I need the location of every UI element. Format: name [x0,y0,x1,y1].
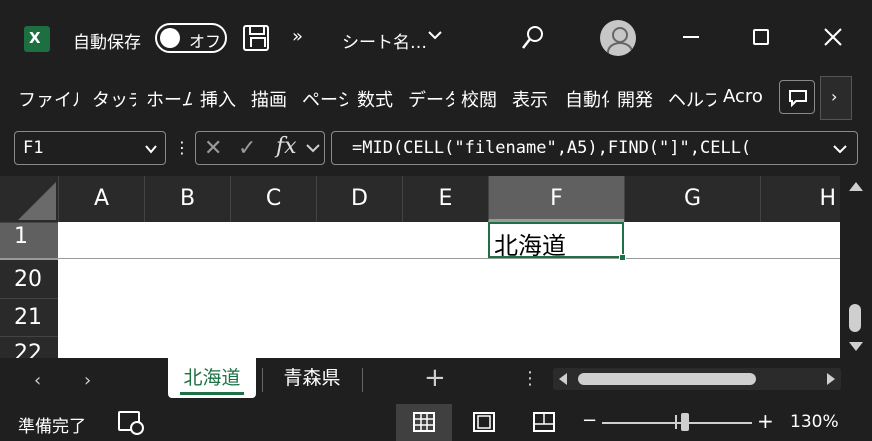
tab-review[interactable]: 校閲 [461,86,503,112]
autosave-label: 自動保存 [73,33,141,53]
zoom-slider-center-mark [675,415,677,429]
excel-logo-icon: X [24,26,56,52]
expand-formula-icon[interactable] [833,144,847,154]
page-break-icon [533,412,555,432]
scroll-right-icon[interactable] [827,373,835,385]
formula-buttons: ✕ ✓ fx [195,131,325,165]
zoom-slider-track[interactable] [602,422,752,424]
worksheet-grid[interactable]: A B C D E F G H 1 20 21 22 北海道 [0,176,840,358]
accessibility-icon[interactable] [118,411,144,435]
minimize-button[interactable] [683,36,699,38]
page-layout-view-button[interactable] [456,404,512,441]
row-header-1[interactable]: 1 [0,222,58,258]
ribbon-scroll-right[interactable]: › [820,76,852,120]
chevron-down-icon[interactable] [306,143,320,153]
tab-touch[interactable]: タッチ [92,86,136,112]
scroll-up-icon[interactable] [849,182,863,191]
tab-divider [362,368,363,392]
formula-input[interactable]: =MID(CELL("filename",A5),FIND("]",CELL( [331,131,858,165]
zoom-level[interactable]: 130% [790,412,839,432]
tab-home[interactable]: ホーム [146,86,192,112]
save-icon[interactable] [243,25,269,51]
column-header-e[interactable]: E [402,176,488,222]
tab-draw[interactable]: 描画 [251,86,293,112]
sheet-options-icon[interactable]: ⋮ [521,368,539,389]
normal-view-button[interactable] [396,404,452,441]
formula-text: =MID(CELL("filename",A5),FIND("]",CELL( [352,138,752,158]
zoom-out-button[interactable]: − [582,410,597,431]
column-header-d[interactable]: D [316,176,402,222]
column-header-b[interactable]: B [144,176,230,222]
scroll-down-icon[interactable] [849,342,863,351]
scroll-left-icon[interactable] [559,373,567,385]
column-header-a[interactable]: A [58,176,144,222]
next-sheet-icon[interactable]: › [84,370,91,391]
name-box-value: F1 [23,138,44,158]
prev-sheet-icon[interactable]: ‹ [34,370,41,391]
tab-insert[interactable]: 挿入 [200,86,240,112]
comment-icon [789,90,807,107]
formula-bar-handle-icon[interactable]: ⋮ [174,138,190,157]
tab-page-layout[interactable]: ページ [302,86,348,112]
status-bar: 準備完了 − + 130% [0,402,872,441]
row-header-22[interactable]: 22 [0,336,58,358]
more-commands-icon[interactable]: » [292,26,303,47]
sheet-tab-aomori[interactable]: 青森県 [268,358,356,398]
column-header-f[interactable]: F [488,176,624,222]
fill-handle[interactable] [619,254,626,261]
enter-icon[interactable]: ✓ [238,136,256,161]
tab-formulas[interactable]: 数式 [357,86,397,112]
page-layout-icon [473,412,495,432]
cancel-icon[interactable]: ✕ [204,136,222,161]
tab-help[interactable]: ヘルプ [668,86,716,112]
tab-acrobat[interactable]: Acro [723,86,769,107]
zoom-slider-thumb[interactable] [681,413,689,431]
toggle-knob [160,28,180,48]
tab-data[interactable]: データ [408,86,454,112]
close-button[interactable] [823,27,843,47]
name-box[interactable]: F1 [14,131,166,165]
chevron-down-icon[interactable] [145,144,157,154]
vertical-scrollbar[interactable] [840,176,872,358]
comments-button[interactable] [779,80,815,114]
sheet-tab-hokkaido[interactable]: 北海道 [168,358,256,398]
active-cell-border[interactable] [488,222,624,258]
status-text: 準備完了 [18,417,86,437]
grid-icon [413,412,435,432]
vertical-scroll-thumb[interactable] [849,304,861,332]
row-header-21[interactable]: 21 [0,298,58,336]
zoom-in-button[interactable]: + [757,409,774,433]
row-header-20[interactable]: 20 [0,258,58,298]
search-icon[interactable] [521,25,545,51]
select-all-button[interactable] [0,176,58,222]
tab-file[interactable]: ファイル [18,86,78,112]
chevron-down-icon[interactable] [428,28,442,42]
maximize-button[interactable] [753,29,769,45]
column-header-h[interactable]: H [760,176,840,222]
insert-function-button[interactable]: fx [276,134,297,159]
sheet-tab-bar: ‹ › 北海道 青森県 + ⋮ [0,358,872,402]
tab-view[interactable]: 表示 [512,86,554,112]
tab-developer[interactable]: 開発 [617,86,659,112]
page-break-view-button[interactable] [516,404,572,441]
tab-automate[interactable]: 自動化 [565,86,609,112]
ribbon-tabs: ファイル タッチ ホーム 挿入 描画 ページ 数式 データ 校閲 表示 自動化 … [0,76,872,126]
column-header-c[interactable]: C [230,176,316,222]
user-avatar[interactable] [600,20,636,56]
document-title[interactable]: シート名… [342,28,427,53]
autosave-toggle[interactable]: オフ [155,23,227,53]
horizontal-scroll-thumb[interactable] [578,373,756,385]
tab-divider [262,368,263,392]
column-header-g[interactable]: G [624,176,760,222]
title-bar: X 自動保存 オフ » シート名… [0,0,872,76]
autosave-state: オフ [189,32,222,51]
freeze-pane-line [58,258,840,259]
add-sheet-button[interactable]: + [424,363,446,393]
horizontal-scrollbar[interactable] [553,368,841,390]
